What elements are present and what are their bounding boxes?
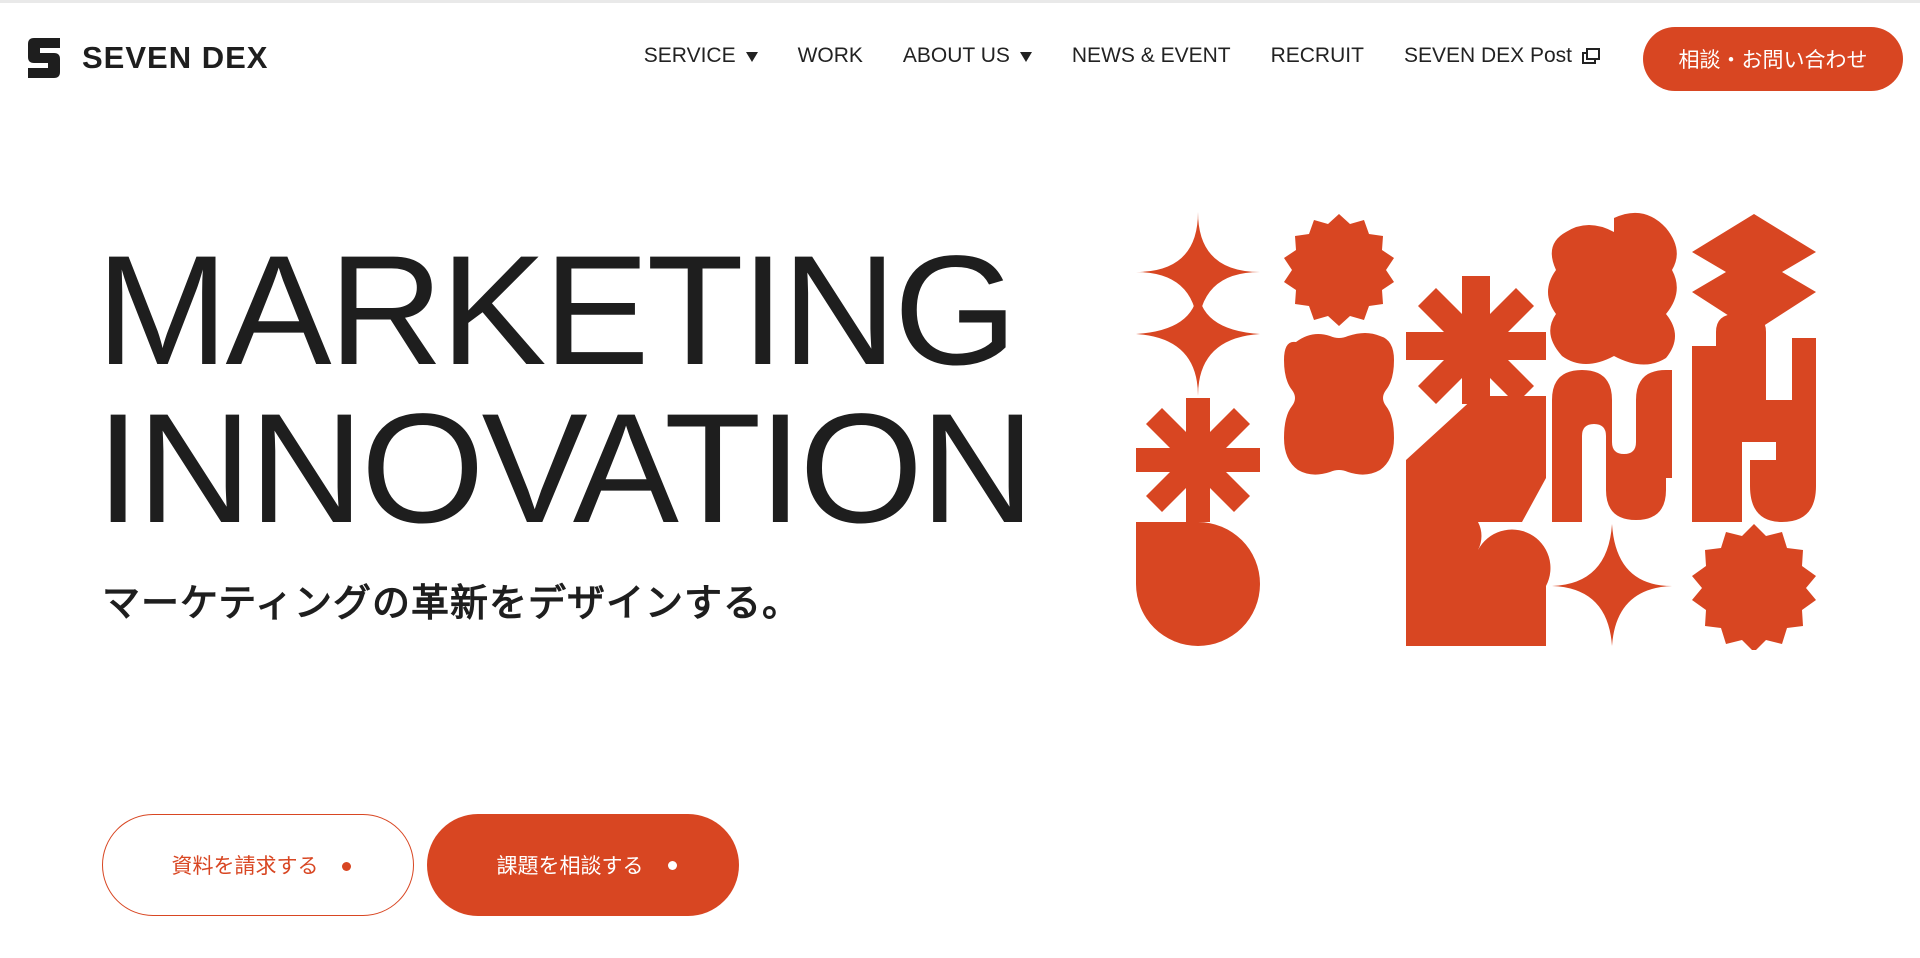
rounded-d-shape — [1136, 522, 1260, 646]
main-nav: SERVICE WORK ABOUT US NEWS & EVENT RECRU… — [644, 44, 1600, 68]
site-header: SEVEN DEX SERVICE WORK ABOUT US NEWS & E… — [0, 0, 1920, 118]
caret-down-icon — [745, 52, 758, 62]
site-logo[interactable]: SEVEN DEX — [26, 38, 268, 78]
hero-title-line: INNOVATION — [96, 382, 1035, 556]
external-link-icon — [1582, 48, 1600, 64]
hero-title: MARKETING INNOVATION — [96, 224, 1035, 556]
nav-item-work[interactable]: WORK — [798, 44, 863, 68]
request-documents-button[interactable]: 資料を請求する — [102, 814, 414, 916]
hero-subtitle: マーケティングの革新をデザインする。 — [102, 583, 801, 625]
caret-down-icon — [1019, 52, 1032, 62]
logo-text: SEVEN DEX — [82, 40, 269, 75]
nav-item-label: SEVEN DEX Post — [1403, 44, 1572, 67]
nav-item-about-us[interactable]: ABOUT US — [903, 44, 1032, 68]
nav-item-service[interactable]: SERVICE — [644, 44, 758, 68]
wave-s-shape — [1552, 370, 1672, 522]
nav-item-seven-dex-post[interactable]: SEVEN DEX Post — [1404, 44, 1600, 68]
double-diamond-shape — [1692, 214, 1816, 332]
heart-block-shape — [1406, 522, 1551, 646]
button-label: 資料を請求する — [171, 855, 319, 878]
house-shape — [1406, 396, 1546, 522]
asterisk-shape — [1136, 398, 1260, 522]
starburst-shape — [1284, 214, 1394, 326]
logo-mark-icon — [28, 38, 60, 78]
nav-item-label: SERVICE — [643, 44, 736, 67]
four-point-star-shape — [1136, 286, 1260, 396]
nav-item-label: NEWS & EVENT — [1071, 44, 1231, 67]
arch-shape — [1692, 314, 1816, 522]
nav-item-recruit[interactable]: RECRUIT — [1271, 44, 1364, 68]
dot-icon — [342, 862, 351, 871]
starburst-shape — [1692, 524, 1816, 650]
contact-button[interactable]: 相談・お問い合わせ — [1643, 27, 1903, 91]
hero-title-line: MARKETING — [96, 224, 1017, 398]
hero-geometric-art — [1136, 212, 1816, 650]
nav-item-news-event[interactable]: NEWS & EVENT — [1072, 44, 1231, 68]
asterisk-shape — [1406, 276, 1546, 404]
consult-button[interactable]: 課題を相談する — [427, 814, 739, 916]
four-point-star-shape — [1552, 524, 1672, 646]
nav-item-label: WORK — [797, 44, 863, 67]
blob-shape — [1284, 333, 1394, 475]
button-label: 課題を相談する — [496, 855, 644, 878]
dot-icon — [668, 861, 677, 870]
nav-item-label: RECRUIT — [1270, 44, 1364, 67]
stacked-blob-shape — [1548, 212, 1677, 365]
nav-item-label: ABOUT US — [902, 44, 1010, 67]
